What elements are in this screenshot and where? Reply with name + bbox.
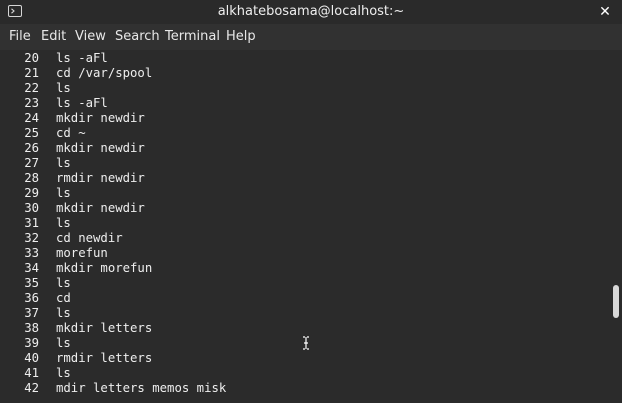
history-line: 23 ls -aFl xyxy=(0,96,108,111)
line-number: 28 xyxy=(24,171,39,185)
command-text: ls xyxy=(56,216,71,230)
line-number: 41 xyxy=(24,366,39,380)
command-text: ls xyxy=(56,336,71,350)
close-icon[interactable]: ✕ xyxy=(596,3,614,21)
history-line: 37 ls xyxy=(0,306,71,321)
command-text: mkdir newdir xyxy=(56,201,145,215)
command-text: mkdir letters xyxy=(56,321,153,335)
history-line: 22 ls xyxy=(0,81,71,96)
line-number: 30 xyxy=(24,201,39,215)
history-line: 39 ls xyxy=(0,336,71,351)
command-text: morefun xyxy=(56,246,108,260)
command-text: cd newdir xyxy=(56,231,123,245)
menu-file[interactable]: File xyxy=(9,29,31,45)
history-line: 40 rmdir letters xyxy=(0,351,152,366)
history-line: 25 cd ~ xyxy=(0,126,86,141)
history-line: 35 ls xyxy=(0,276,71,291)
line-number: 36 xyxy=(24,291,39,305)
command-text: ls -aFl xyxy=(56,96,108,110)
command-text: mkdir newdir xyxy=(56,141,145,155)
history-line: 33 morefun xyxy=(0,246,108,261)
menu-help[interactable]: Help xyxy=(226,29,256,45)
line-number: 40 xyxy=(24,351,39,365)
line-number: 31 xyxy=(24,216,39,230)
history-line: 32 cd newdir xyxy=(0,231,123,246)
line-number: 33 xyxy=(24,246,39,260)
command-text: mkdir newdir xyxy=(56,111,145,125)
line-number: 21 xyxy=(24,66,39,80)
terminal-output[interactable]: 20 ls -aFl 21 cd /var/spool 22 ls 23 ls -aFl… xyxy=(0,50,609,403)
history-line: 31 ls xyxy=(0,216,71,231)
line-number: 26 xyxy=(24,141,39,155)
line-number: 27 xyxy=(24,156,39,170)
window-title: alkhatebosama@localhost:~ xyxy=(217,4,405,19)
command-text: ls -aFl xyxy=(56,51,108,65)
line-number: 38 xyxy=(24,321,39,335)
command-text: cd ~ xyxy=(56,126,86,140)
history-line: 30 mkdir newdir xyxy=(0,201,145,216)
command-text: mdir letters memos misk xyxy=(56,381,227,395)
scrollbar[interactable] xyxy=(609,50,622,403)
history-line: 21 cd /var/spool xyxy=(0,66,152,81)
line-number: 35 xyxy=(24,276,39,290)
command-text: cd /var/spool xyxy=(56,66,153,80)
menu-edit[interactable]: Edit xyxy=(41,29,66,45)
command-text: ls xyxy=(56,306,71,320)
menu-bar: File Edit View Search Terminal Help xyxy=(0,24,622,50)
line-number: 20 xyxy=(24,51,39,65)
command-text: ls xyxy=(56,276,71,290)
command-text: cd xyxy=(56,291,71,305)
history-line: 28 rmdir newdir xyxy=(0,171,145,186)
line-number: 42 xyxy=(24,381,39,395)
scrollbar-thumb[interactable] xyxy=(613,285,619,318)
command-text: ls xyxy=(56,186,71,200)
history-line: 34 mkdir morefun xyxy=(0,261,152,276)
line-number: 23 xyxy=(24,96,39,110)
text-cursor-icon xyxy=(303,336,309,350)
history-line: 26 mkdir newdir xyxy=(0,141,145,156)
history-line: 24 mkdir newdir xyxy=(0,111,145,126)
line-number: 34 xyxy=(24,261,39,275)
history-line: 38 mkdir letters xyxy=(0,321,152,336)
history-line: 29 ls xyxy=(0,186,71,201)
history-line: 36 cd xyxy=(0,291,71,306)
command-text: ls xyxy=(56,156,71,170)
history-line: 27 ls xyxy=(0,156,71,171)
line-number: 29 xyxy=(24,186,39,200)
line-number: 25 xyxy=(24,126,39,140)
line-number: 24 xyxy=(24,111,39,125)
command-text: ls xyxy=(56,81,71,95)
command-text: rmdir newdir xyxy=(56,171,145,185)
line-number: 32 xyxy=(24,231,39,245)
menu-terminal[interactable]: Terminal xyxy=(165,29,220,45)
terminal-window: alkhatebosama@localhost:~ ✕ File Edit Vi… xyxy=(0,0,622,403)
command-text: ls xyxy=(56,366,71,380)
title-bar[interactable]: alkhatebosama@localhost:~ ✕ xyxy=(0,0,622,25)
line-number: 37 xyxy=(24,306,39,320)
history-line: 42 mdir letters memos misk xyxy=(0,381,226,396)
history-line: 41 ls xyxy=(0,366,71,381)
line-number: 22 xyxy=(24,81,39,95)
menu-search[interactable]: Search xyxy=(115,29,160,45)
command-text: mkdir morefun xyxy=(56,261,153,275)
line-number: 39 xyxy=(24,336,39,350)
command-text: rmdir letters xyxy=(56,351,153,365)
history-line: 20 ls -aFl xyxy=(0,51,108,66)
menu-view[interactable]: View xyxy=(75,29,106,45)
